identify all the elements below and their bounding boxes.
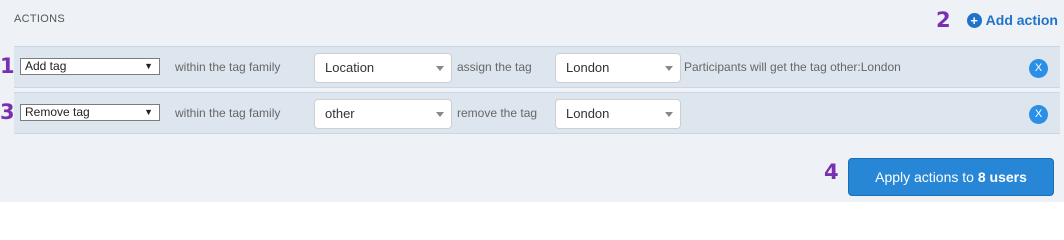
chevron-down-icon — [665, 66, 673, 71]
panel-title: ACTIONS — [14, 13, 65, 25]
tag-family-value: Location — [325, 60, 375, 75]
chevron-down-icon — [436, 66, 444, 71]
tag-family-label: within the tag family — [175, 60, 281, 74]
tag-family-select[interactable]: Location — [314, 53, 452, 83]
tag-family-select[interactable]: other — [314, 99, 452, 129]
dropdown-arrow-icon: ▼ — [144, 61, 153, 71]
action-type-value: Remove tag — [25, 105, 90, 119]
dropdown-arrow-icon: ▼ — [144, 107, 153, 117]
action-row: Add tag ▼ within the tag family Location… — [14, 46, 1060, 88]
action-result-note: Participants will get the tag other:Lond… — [684, 60, 901, 74]
apply-button-prefix: Apply actions to — [875, 169, 978, 185]
action-type-value: Add tag — [25, 59, 67, 73]
remove-action-button[interactable]: X — [1029, 105, 1048, 124]
tag-value: London — [566, 106, 610, 121]
tag-family-label: within the tag family — [175, 106, 281, 120]
action-type-select[interactable]: Add tag ▼ — [20, 58, 160, 75]
step-marker-2: 2 — [936, 8, 951, 32]
tag-select[interactable]: London — [555, 53, 681, 83]
chevron-down-icon — [436, 112, 444, 117]
action-type-select[interactable]: Remove tag ▼ — [20, 104, 160, 121]
remove-action-button[interactable]: X — [1029, 59, 1048, 78]
action-row: Remove tag ▼ within the tag family other… — [14, 92, 1060, 134]
actions-panel: ACTIONS 2 + Add action 1 Add tag ▼ withi… — [0, 0, 1064, 202]
chevron-down-icon — [665, 112, 673, 117]
step-marker-3: 3 — [0, 100, 15, 124]
add-action-label: Add action — [985, 12, 1058, 28]
apply-actions-button[interactable]: Apply actions to 8 users — [848, 158, 1054, 196]
plus-circle-icon: + — [966, 12, 982, 28]
apply-user-count: 8 users — [977, 169, 1027, 185]
tag-family-value: other — [325, 106, 355, 121]
assign-tag-label: assign the tag — [457, 60, 532, 74]
step-marker-1: 1 — [0, 54, 15, 78]
tag-select[interactable]: London — [555, 99, 681, 129]
add-action-button[interactable]: + Add action — [966, 12, 1058, 28]
tag-value: London — [566, 60, 610, 75]
remove-tag-label: remove the tag — [457, 106, 538, 120]
step-marker-4: 4 — [824, 160, 839, 184]
